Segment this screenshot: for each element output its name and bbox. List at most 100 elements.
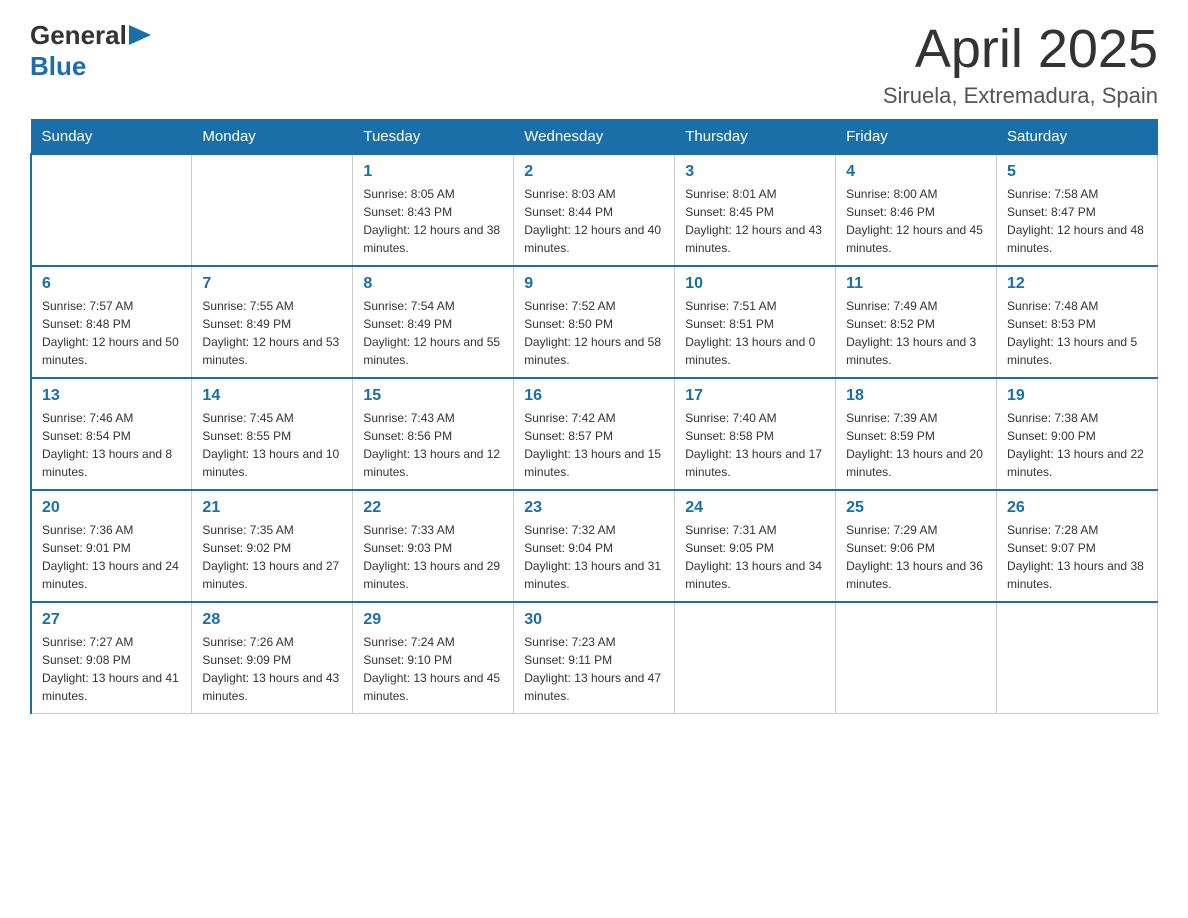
calendar-cell: 21Sunrise: 7:35 AMSunset: 9:02 PMDayligh…	[192, 490, 353, 602]
calendar-header-thursday: Thursday	[675, 120, 836, 155]
day-number: 14	[202, 387, 342, 405]
calendar-cell: 3 Sunrise: 8:01 AMSunset: 8:45 PMDaylight…	[675, 154, 836, 266]
day-number: 3	[685, 163, 825, 181]
day-info: Sunrise: 7:52 AMSunset: 8:50 PMDaylight:…	[524, 297, 664, 369]
calendar-week-row-4: 20 Sunrise: 7:36 AMSunset: 9:01 PMDayligh…	[31, 490, 1158, 602]
day-info: Sunrise: 8:03 AMSunset: 8:44 PMDaylight:…	[524, 185, 664, 257]
calendar-cell: 28 Sunrise: 7:26 AMSunset: 9:09 PMDayligh…	[192, 602, 353, 714]
calendar-cell: 12 Sunrise: 7:48 AMSunset: 8:53 PMDayligh…	[997, 266, 1158, 378]
day-number: 22	[363, 499, 503, 517]
day-number: 29	[363, 611, 503, 629]
day-info: Sunrise: 7:48 AMSunset: 8:53 PMDaylight:…	[1007, 297, 1147, 369]
day-info: Sunrise: 7:39 AMSunset: 8:59 PMDaylight:…	[846, 409, 986, 481]
calendar-header-row: SundayMondayTuesdayWednesdayThursdayFrid…	[31, 120, 1158, 155]
day-number: 27	[42, 611, 181, 629]
day-info: Sunrise: 7:32 AMSunset: 9:04 PMDaylight:…	[524, 521, 664, 593]
day-number: 9	[524, 275, 664, 293]
calendar-cell: 22Sunrise: 7:33 AMSunset: 9:03 PMDayligh…	[353, 490, 514, 602]
calendar-cell: 11 Sunrise: 7:49 AMSunset: 8:52 PMDayligh…	[836, 266, 997, 378]
calendar-cell: 13 Sunrise: 7:46 AMSunset: 8:54 PMDayligh…	[31, 378, 192, 490]
day-number: 2	[524, 163, 664, 181]
calendar-cell: 23Sunrise: 7:32 AMSunset: 9:04 PMDayligh…	[514, 490, 675, 602]
day-number: 17	[685, 387, 825, 405]
calendar-week-row-5: 27 Sunrise: 7:27 AMSunset: 9:08 PMDayligh…	[31, 602, 1158, 714]
day-number: 13	[42, 387, 181, 405]
day-number: 30	[524, 611, 664, 629]
day-number: 4	[846, 163, 986, 181]
calendar-cell: 15Sunrise: 7:43 AMSunset: 8:56 PMDayligh…	[353, 378, 514, 490]
calendar-cell: 5 Sunrise: 7:58 AMSunset: 8:47 PMDaylight…	[997, 154, 1158, 266]
day-info: Sunrise: 7:29 AMSunset: 9:06 PMDaylight:…	[846, 521, 986, 593]
calendar-header-saturday: Saturday	[997, 120, 1158, 155]
calendar-cell: 29 Sunrise: 7:24 AMSunset: 9:10 PMDayligh…	[353, 602, 514, 714]
day-info: Sunrise: 7:58 AMSunset: 8:47 PMDaylight:…	[1007, 185, 1147, 257]
day-info: Sunrise: 7:24 AMSunset: 9:10 PMDaylight:…	[363, 633, 503, 705]
day-number: 7	[202, 275, 342, 293]
day-number: 18	[846, 387, 986, 405]
day-info: Sunrise: 7:31 AMSunset: 9:05 PMDaylight:…	[685, 521, 825, 593]
day-number: 16	[524, 387, 664, 405]
calendar-cell	[31, 154, 192, 266]
day-number: 19	[1007, 387, 1147, 405]
day-info: Sunrise: 7:27 AMSunset: 9:08 PMDaylight:…	[42, 633, 181, 705]
calendar-cell: 9 Sunrise: 7:52 AMSunset: 8:50 PMDaylight…	[514, 266, 675, 378]
calendar-cell: 7 Sunrise: 7:55 AMSunset: 8:49 PMDaylight…	[192, 266, 353, 378]
calendar-cell: 16 Sunrise: 7:42 AMSunset: 8:57 PMDayligh…	[514, 378, 675, 490]
day-number: 20	[42, 499, 181, 517]
calendar-cell: 24 Sunrise: 7:31 AMSunset: 9:05 PMDayligh…	[675, 490, 836, 602]
day-info: Sunrise: 7:40 AMSunset: 8:58 PMDaylight:…	[685, 409, 825, 481]
calendar-cell: 2 Sunrise: 8:03 AMSunset: 8:44 PMDaylight…	[514, 154, 675, 266]
calendar-header-tuesday: Tuesday	[353, 120, 514, 155]
day-number: 11	[846, 275, 986, 293]
day-number: 8	[363, 275, 503, 293]
day-number: 12	[1007, 275, 1147, 293]
day-info: Sunrise: 7:46 AMSunset: 8:54 PMDaylight:…	[42, 409, 181, 481]
day-info: Sunrise: 8:01 AMSunset: 8:45 PMDaylight:…	[685, 185, 825, 257]
day-info: Sunrise: 7:36 AMSunset: 9:01 PMDaylight:…	[42, 521, 181, 593]
calendar-cell: 19 Sunrise: 7:38 AMSunset: 9:00 PMDayligh…	[997, 378, 1158, 490]
day-info: Sunrise: 7:55 AMSunset: 8:49 PMDaylight:…	[202, 297, 342, 369]
calendar-cell	[836, 602, 997, 714]
calendar-header-monday: Monday	[192, 120, 353, 155]
location-title: Siruela, Extremadura, Spain	[883, 83, 1158, 109]
calendar-cell: 26Sunrise: 7:28 AMSunset: 9:07 PMDayligh…	[997, 490, 1158, 602]
calendar-cell: 25 Sunrise: 7:29 AMSunset: 9:06 PMDayligh…	[836, 490, 997, 602]
day-number: 28	[202, 611, 342, 629]
day-number: 6	[42, 275, 181, 293]
calendar-week-row-1: 1 Sunrise: 8:05 AMSunset: 8:43 PMDaylight…	[31, 154, 1158, 266]
calendar-week-row-3: 13 Sunrise: 7:46 AMSunset: 8:54 PMDayligh…	[31, 378, 1158, 490]
day-number: 26	[1007, 499, 1147, 517]
day-info: Sunrise: 7:26 AMSunset: 9:09 PMDaylight:…	[202, 633, 342, 705]
day-number: 25	[846, 499, 986, 517]
calendar-cell: 30Sunrise: 7:23 AMSunset: 9:11 PMDayligh…	[514, 602, 675, 714]
day-info: Sunrise: 8:00 AMSunset: 8:46 PMDaylight:…	[846, 185, 986, 257]
calendar-cell: 18 Sunrise: 7:39 AMSunset: 8:59 PMDayligh…	[836, 378, 997, 490]
calendar-week-row-2: 6 Sunrise: 7:57 AMSunset: 8:48 PMDaylight…	[31, 266, 1158, 378]
day-info: Sunrise: 8:05 AMSunset: 8:43 PMDaylight:…	[363, 185, 503, 257]
day-info: Sunrise: 7:51 AMSunset: 8:51 PMDaylight:…	[685, 297, 825, 369]
day-number: 5	[1007, 163, 1147, 181]
calendar-cell: 4 Sunrise: 8:00 AMSunset: 8:46 PMDaylight…	[836, 154, 997, 266]
day-info: Sunrise: 7:57 AMSunset: 8:48 PMDaylight:…	[42, 297, 181, 369]
page-header: General Blue April 2025 Siruela, Extrema…	[30, 20, 1158, 109]
day-info: Sunrise: 7:38 AMSunset: 9:00 PMDaylight:…	[1007, 409, 1147, 481]
day-number: 24	[685, 499, 825, 517]
day-info: Sunrise: 7:49 AMSunset: 8:52 PMDaylight:…	[846, 297, 986, 369]
title-block: April 2025 Siruela, Extremadura, Spain	[883, 20, 1158, 109]
day-number: 10	[685, 275, 825, 293]
day-number: 15	[363, 387, 503, 405]
month-title: April 2025	[883, 20, 1158, 79]
day-number: 1	[363, 163, 503, 181]
calendar-header-sunday: Sunday	[31, 120, 192, 155]
calendar-table: SundayMondayTuesdayWednesdayThursdayFrid…	[30, 119, 1158, 714]
logo: General Blue	[30, 20, 151, 82]
calendar-cell	[192, 154, 353, 266]
day-info: Sunrise: 7:42 AMSunset: 8:57 PMDaylight:…	[524, 409, 664, 481]
day-number: 21	[202, 499, 342, 517]
day-info: Sunrise: 7:54 AMSunset: 8:49 PMDaylight:…	[363, 297, 503, 369]
calendar-cell: 8 Sunrise: 7:54 AMSunset: 8:49 PMDaylight…	[353, 266, 514, 378]
calendar-cell: 20 Sunrise: 7:36 AMSunset: 9:01 PMDayligh…	[31, 490, 192, 602]
calendar-cell	[997, 602, 1158, 714]
calendar-cell: 1 Sunrise: 8:05 AMSunset: 8:43 PMDaylight…	[353, 154, 514, 266]
day-info: Sunrise: 7:45 AMSunset: 8:55 PMDaylight:…	[202, 409, 342, 481]
